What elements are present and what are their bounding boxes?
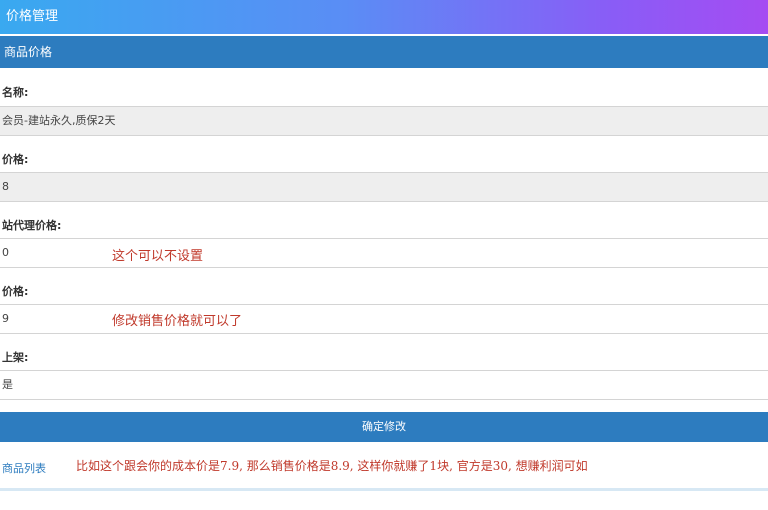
bottom-divider	[0, 488, 768, 491]
product-list-link[interactable]: 商品列表	[2, 460, 46, 476]
agent-price-value: 0	[2, 246, 9, 259]
cost-price-field[interactable]: 8	[0, 172, 768, 202]
app-title: 价格管理	[6, 9, 59, 24]
cost-price-label: 价格:	[2, 153, 29, 166]
bottom-annotation: 比如这个跟会你的成本价是7.9, 那么销售价格是8.9, 这样你就赚了1块, 官…	[76, 459, 588, 473]
name-field[interactable]: 会员-建站永久,质保2天	[0, 106, 768, 136]
app-title-bar: 价格管理	[0, 0, 768, 34]
panel-title: 商品价格	[4, 45, 53, 59]
cost-price-value: 8	[2, 180, 9, 193]
agent-price-label: 站代理价格:	[2, 219, 62, 232]
submit-button[interactable]: 确定修改	[0, 412, 768, 442]
shelf-status-value: 是	[2, 378, 13, 391]
name-value: 会员-建站永久,质保2天	[2, 114, 116, 127]
sale-price-value: 9	[2, 312, 9, 325]
shelf-status-select[interactable]: 是	[0, 370, 768, 400]
sale-price-annotation: 修改销售价格就可以了	[112, 314, 243, 329]
sale-price-label: 价格:	[2, 285, 29, 298]
shelf-status-label: 上架:	[2, 351, 29, 364]
agent-price-annotation: 这个可以不设置	[112, 249, 204, 264]
panel-header: 商品价格	[0, 36, 768, 68]
name-label: 名称:	[2, 86, 29, 99]
